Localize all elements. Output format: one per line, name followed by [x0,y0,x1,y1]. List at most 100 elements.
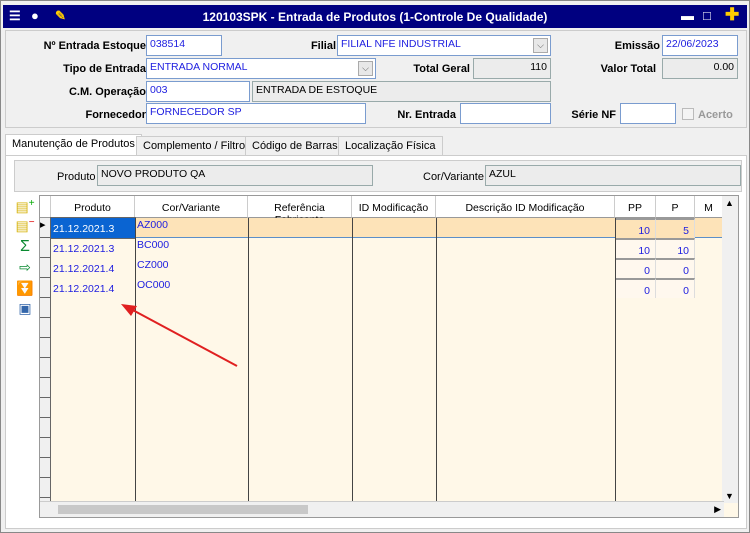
cm-description: ENTRADA DE ESTOQUE [252,81,551,102]
row-indicator[interactable] [40,338,51,358]
col-header-p[interactable]: P [656,196,695,218]
fornecedor-label: Fornecedor [85,109,146,121]
tipo-value: ENTRADA NORMAL [150,61,248,73]
col-header-cor[interactable]: Cor/Variante [135,196,248,218]
col-header-id-mod[interactable]: ID Modificação [352,196,436,218]
fornecedor-input[interactable]: FORNECEDOR SP [146,103,366,124]
row-indicator[interactable] [40,478,51,498]
row-indicator[interactable] [40,318,51,338]
scroll-up-icon[interactable]: ▲ [725,198,734,208]
row-indicator[interactable] [40,358,51,378]
col-header-m[interactable]: M [695,196,723,218]
grid-cell[interactable]: 0 [615,258,656,278]
product-filter: Produto NOVO PRODUTO QA Cor/Variante AZU… [14,160,742,192]
nr-entrada-input[interactable] [460,103,551,124]
nr-entrada-label: Nr. Entrada [397,109,456,121]
grid-cell[interactable] [352,238,436,258]
row-indicator[interactable] [40,458,51,478]
row-indicator[interactable] [40,258,51,278]
add-icon[interactable]: ✚ [725,5,739,25]
grid-cell[interactable]: CZ000 [135,258,248,278]
grid-cell[interactable]: BC000 [135,238,248,258]
tipo-label: Tipo de Entrada [63,63,146,75]
grid-cell[interactable]: 10 [615,218,656,238]
grid-cell[interactable]: 10 [656,238,695,258]
grid-cell[interactable]: 5 [656,218,695,238]
filial-value: FILIAL NFE INDUSTRIAL [341,38,461,50]
grid-cell[interactable] [248,238,352,258]
col-header-pp[interactable]: PP [615,196,656,218]
emissao-input[interactable]: 22/06/2023 [662,35,738,56]
sum-icon[interactable]: Σ [15,238,35,256]
grid-cell[interactable]: 21.12.2021.4 [51,258,135,278]
chevron-down-icon[interactable]: ⌵ [358,61,373,76]
tab-localizacao[interactable]: Localização Física [338,136,443,156]
export-icon[interactable]: ⇨ [15,259,35,276]
add-row-icon[interactable]: ▤+ [15,198,35,216]
grid-cell[interactable] [352,278,436,298]
grid-cell[interactable]: 21.12.2021.4 [51,278,135,298]
grid-cell[interactable]: 0 [656,278,695,298]
grid-cell[interactable]: 21.12.2021.3 [50,217,136,239]
grid-cell[interactable] [248,218,352,238]
valor-total-value: 0.00 [662,58,738,79]
title-bar: ☰ ● ✎ 120103SPK - Entrada de Produtos (1… [3,5,747,28]
total-geral-label: Total Geral [413,63,470,75]
serie-input[interactable] [620,103,676,124]
minimize-button[interactable]: ▬ [681,8,694,23]
maximize-button[interactable]: □ [703,8,711,23]
grid-cell[interactable] [436,218,615,238]
delete-row-icon[interactable]: ▤− [15,217,35,235]
col-header-desc-id-mod[interactable]: Descrição ID Modificação [436,196,615,218]
download-icon[interactable]: ⏬ [15,280,35,297]
vertical-scrollbar[interactable]: ▲ ▼ [722,196,738,503]
total-geral-value: 110 [473,58,551,79]
tab-codigo-barras[interactable]: Código de Barras [245,136,345,156]
header-form: Nº Entrada Estoque 038514 Filial FILIAL … [5,30,747,128]
grid-cell[interactable] [436,278,615,298]
col-header-referencia[interactable]: Referência Fabricante [248,196,352,226]
filial-label: Filial [310,40,336,52]
tab-complemento[interactable]: Complemento / Filtros [136,136,258,156]
scroll-down-icon[interactable]: ▼ [725,491,734,501]
scroll-thumb[interactable] [58,505,308,514]
grid-cell[interactable]: 0 [615,278,656,298]
scroll-right-icon[interactable]: ▶ [714,504,721,515]
grid-cell[interactable] [248,278,352,298]
image-icon[interactable]: ▣ [15,300,35,317]
indicator-header [40,196,51,218]
row-indicator[interactable] [40,298,51,318]
filial-select[interactable]: FILIAL NFE INDUSTRIAL ⌵ [337,35,551,56]
grid-cell[interactable]: AZ000 [135,218,248,238]
row-indicator[interactable] [40,438,51,458]
acerto-checkbox[interactable] [682,108,694,120]
col-header-produto[interactable]: Produto [51,196,135,218]
window: ☰ ● ✎ 120103SPK - Entrada de Produtos (1… [0,0,750,533]
grid-cell[interactable]: 0 [656,258,695,278]
grid-cell[interactable] [352,218,436,238]
row-indicator[interactable] [40,418,51,438]
produto-label: Produto [57,171,96,183]
cor-field: AZUL [485,165,741,186]
serie-label: Série NF [571,109,616,121]
cm-input[interactable]: 003 [146,81,250,102]
produto-field: NOVO PRODUTO QA [97,165,373,186]
row-indicator[interactable] [40,278,51,298]
row-indicator[interactable] [40,398,51,418]
entrada-input[interactable]: 038514 [146,35,222,56]
row-indicator[interactable]: ▸ [40,218,51,238]
chevron-down-icon[interactable]: ⌵ [533,38,548,53]
grid-cell[interactable]: 21.12.2021.3 [51,238,135,258]
grid-cell[interactable] [248,258,352,278]
tab-manutencao[interactable]: Manutenção de Produtos [5,134,142,157]
grid-cell[interactable] [436,258,615,278]
horizontal-scrollbar[interactable]: ▶ [40,501,724,517]
annotation-arrow [121,304,238,367]
grid-cell[interactable] [352,258,436,278]
grid-cell[interactable] [436,238,615,258]
row-indicator[interactable] [40,238,51,258]
grid-cell[interactable]: 10 [615,238,656,258]
tipo-select[interactable]: ENTRADA NORMAL ⌵ [146,58,376,79]
row-indicator[interactable] [40,378,51,398]
grid-cell[interactable]: OC000 [135,278,248,298]
